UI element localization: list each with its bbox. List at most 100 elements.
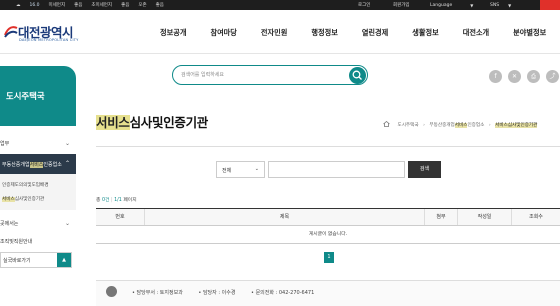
sidebar-item-label: 업무 (0, 141, 10, 147)
city-emblem-icon (4, 26, 18, 38)
chevron-up-icon: ⌃ (64, 160, 70, 167)
chevron-down-icon: ▼ (508, 2, 512, 8)
share-icon[interactable]: ⤴ (546, 70, 559, 83)
chevron-down-icon: ⌄ (64, 140, 70, 147)
search-button[interactable] (349, 66, 366, 84)
column-header-attach: 첨부 (424, 209, 457, 225)
language-label: Language (430, 2, 453, 8)
manager-person: • 담당자 : 이수경 (198, 290, 236, 296)
air-item-4: 좋음 (121, 3, 130, 8)
page-title: 서비스심사및인증기관 (96, 112, 208, 131)
breadcrumb-item-1[interactable]: 도시주택국 (397, 123, 418, 128)
chevron-down-icon: ⌄ (64, 220, 70, 227)
gnb-item-3[interactable]: 전자민원 (261, 28, 287, 38)
weather-temp: 16.0 (29, 2, 40, 8)
breadcrumb-separator-icon: › (423, 123, 425, 128)
global-nav: 정보공개 참여마당 전자민원 행정정보 열린경제 생활정보 대전소개 분야별정보 (160, 28, 546, 38)
air-item-5: 오존 (138, 3, 147, 8)
gnb-item-4[interactable]: 행정정보 (311, 28, 337, 38)
chevron-down-icon: ⌄ (254, 166, 259, 172)
site-search (172, 65, 368, 85)
sidebar-item-label: 부동산중개업 (2, 162, 30, 168)
gnb-item-6[interactable]: 생활정보 (412, 28, 438, 38)
page-title-rest: 심사및인증기관 (129, 115, 209, 130)
submenu-item-highlight: 서비스 (2, 197, 15, 202)
print-icon[interactable]: ⎙ (527, 70, 540, 83)
sidebar-item-label: 조직및직원안내 (0, 239, 33, 245)
sidebar-item-org[interactable]: 조직및직원안내 (0, 238, 76, 245)
person-icon (106, 286, 117, 297)
manager-info: • 담당부서 : 토지정보과 • 담당자 : 이수경 • 문의전화 : 042-… (96, 280, 560, 306)
count-prefix: 총 (96, 198, 101, 203)
sidebar-item-places[interactable]: 곳에서는 ⌄ (0, 220, 76, 227)
site-header: 대전광역시 DAEJEON METROPOLITAN CITY 정보공개 참여마… (0, 10, 560, 54)
manager-phone: • 문의전화 : 042-270-6471 (251, 290, 315, 296)
breadcrumb: 도시주택국 › 부동산중개업서비스인증업소 › 서비스심사및인증기관 (383, 121, 538, 128)
submenu-item-1[interactable]: 인증제도의의및도입배경 (2, 182, 49, 188)
table-empty-message: 게시글이 없습니다. (96, 226, 560, 244)
x-icon[interactable]: ✕ (508, 70, 521, 83)
pagination-current[interactable]: 1 (324, 252, 334, 263)
sidebar-title: 도시주택국 (6, 91, 45, 101)
breadcrumb-item-2-highlight: 서비스 (454, 123, 468, 128)
sidebar-item-label-tail: 인증업소 (43, 162, 62, 168)
column-header-date: 작성일 (457, 209, 511, 225)
language-select[interactable]: Language ▼ (430, 0, 473, 10)
manager-dept: • 담당부서 : 토지정보과 (132, 290, 183, 296)
column-header-number: 번호 (115, 214, 125, 220)
search-input[interactable] (181, 69, 341, 81)
sidebar-item-work[interactable]: 업무 ⌄ (0, 140, 76, 147)
air-item-3: 초미세먼지 (91, 3, 113, 8)
search-scope-select[interactable]: 전체 ⌄ (216, 161, 265, 178)
logo-english: DAEJEON METROPOLITAN CITY (19, 38, 79, 42)
join-link[interactable]: 회원가입 (393, 2, 410, 8)
manager-person-text: 담당자 : 이수경 (202, 290, 236, 296)
gnb-item-8[interactable]: 분야별정보 (513, 28, 546, 38)
department-shortcut-label: 실국바로가기 (3, 258, 31, 264)
sns-label[interactable]: SNS (490, 3, 499, 8)
gnb-item-1[interactable]: 정보공개 (160, 28, 186, 38)
sns-toggle-button[interactable] (540, 0, 560, 10)
search-scope-value: 전체 (222, 168, 232, 174)
air-item-1: 미세먼지 (48, 3, 66, 8)
sidebar-title-panel: 도시주택국 (0, 66, 76, 126)
count-page-suffix: 페이지 (123, 198, 137, 203)
chevron-up-icon[interactable]: ▲ (57, 253, 71, 267)
breadcrumb-item-2-tail: 인증업소 (467, 123, 485, 128)
department-shortcut-select[interactable]: 실국바로가기 ▲ (0, 252, 72, 268)
count-total: 0건 (101, 198, 110, 203)
gnb-item-7[interactable]: 대전소개 (463, 28, 489, 38)
home-icon[interactable] (383, 121, 390, 127)
post-count: 총 0건 | 1/1 페이지 (96, 196, 137, 203)
login-link[interactable]: 로그인 (358, 2, 370, 8)
gnb-item-2[interactable]: 참여마당 (210, 28, 236, 38)
air-quality-group: ☁ 16.0 미세먼지 좋음 초미세먼지 좋음 오존 좋음 (16, 0, 173, 10)
breadcrumb-separator-icon: › (488, 123, 491, 128)
search-icon (352, 70, 362, 80)
submenu-item-tail: 심사및인증기관 (14, 197, 45, 202)
sidebar-submenu: 인증제도의의및도입배경 서비스심사및인증기관 (0, 174, 76, 210)
breadcrumb-item-2-label: 부동산중개업 (429, 123, 455, 128)
board-search-button[interactable]: 검색 (408, 161, 441, 178)
count-page: 1/1 (114, 198, 122, 203)
manager-phone-text: 문의전화 : 042-270-6471 (255, 290, 315, 296)
sidebar-item-active[interactable]: 부동산중개업서비스인증업소 ⌃ (0, 154, 76, 174)
chevron-down-icon: ▼ (470, 2, 474, 8)
breadcrumb-current: 서비스심사및인증기관 (495, 123, 538, 128)
manager-dept-text: 담당부서 : 토지정보과 (136, 290, 183, 296)
count-divider: | (110, 198, 113, 203)
breadcrumb-item-2[interactable]: 부동산중개업서비스인증업소 (429, 123, 484, 128)
submenu-item-2[interactable]: 서비스심사및인증기관 (2, 196, 44, 202)
air-item-6: 좋음 (155, 3, 164, 8)
column-header-views: 조회수 (511, 209, 560, 225)
facebook-icon[interactable]: f (489, 70, 502, 83)
weather-icon: ☁ (16, 2, 21, 8)
top-utility-bar: ☁ 16.0 미세먼지 좋음 초미세먼지 좋음 오존 좋음 로그인 회원가입 L… (0, 0, 560, 10)
sidebar-item-label: 곳에서는 (0, 221, 19, 227)
gnb-item-5[interactable]: 열린경제 (362, 28, 388, 38)
column-header-title: 제목 (144, 209, 424, 225)
board-search-input[interactable] (268, 161, 405, 178)
page-title-highlight: 서비스 (96, 115, 130, 130)
sidebar-item-highlight: 서비스 (29, 162, 44, 168)
title-divider (96, 146, 560, 147)
